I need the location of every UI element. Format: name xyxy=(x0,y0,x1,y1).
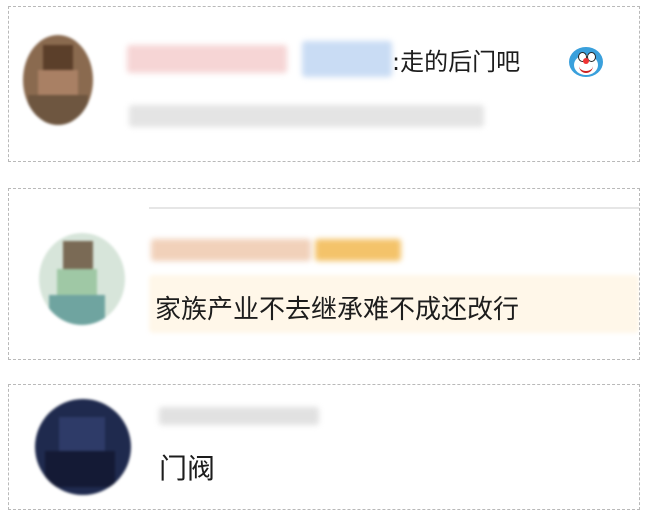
avatar[interactable] xyxy=(39,233,125,325)
divider xyxy=(149,207,639,209)
user-badge xyxy=(315,239,401,261)
username[interactable] xyxy=(127,45,287,73)
comment-card: 门阀 xyxy=(8,384,640,510)
comment-text: 家族产业不去继承难不成还改行 xyxy=(155,295,520,325)
avatar[interactable] xyxy=(35,399,131,495)
comment-card: 家族产业不去继承难不成还改行 xyxy=(8,188,640,360)
username-badge xyxy=(302,41,392,77)
comment-text: :走的后门吧 xyxy=(392,48,521,76)
comment-text: 门阀 xyxy=(159,452,216,485)
comment-card: :走的后门吧 xyxy=(8,6,640,162)
doraemon-emoji xyxy=(569,47,603,77)
timestamp xyxy=(129,105,484,127)
username[interactable] xyxy=(159,407,319,425)
avatar[interactable] xyxy=(23,35,93,125)
username[interactable] xyxy=(151,239,311,261)
